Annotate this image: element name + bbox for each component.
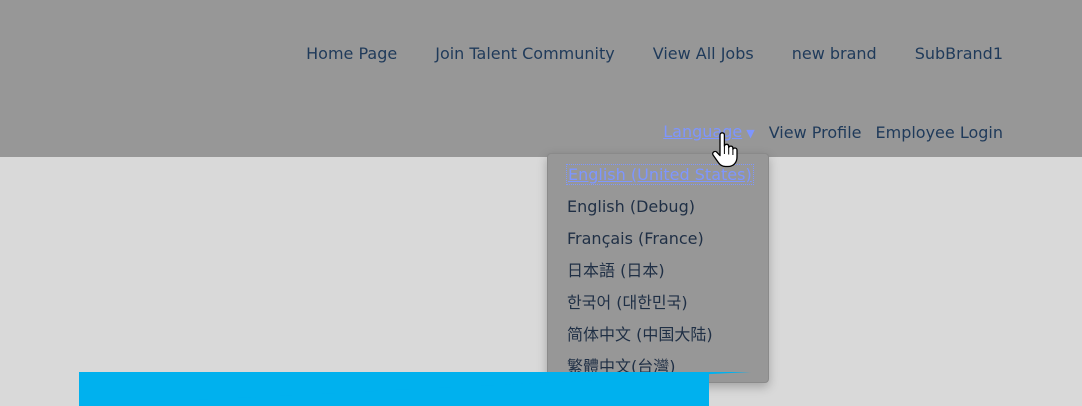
hero-banner-corner [79, 372, 751, 406]
language-option-ja-jp[interactable]: 日本語 (日本) [548, 255, 768, 287]
nav-subbrand1[interactable]: SubBrand1 [915, 43, 1003, 65]
nav-home-page[interactable]: Home Page [306, 43, 397, 65]
nav-new-brand[interactable]: new brand [792, 43, 877, 65]
language-option-zh-cn[interactable]: 简体中文 (中国大陆) [548, 319, 768, 351]
language-option-label: 简体中文 (中国大陆) [567, 325, 713, 344]
language-option-ko-kr[interactable]: 한국어 (대한민국) [548, 287, 768, 319]
view-profile-link[interactable]: View Profile [769, 122, 862, 144]
language-option-label: Français (France) [567, 229, 704, 248]
nav-view-all-jobs[interactable]: View All Jobs [653, 43, 754, 65]
nav-join-talent-community[interactable]: Join Talent Community [435, 43, 615, 65]
language-option-en-debug[interactable]: English (Debug) [548, 191, 768, 223]
language-dropdown-menu: English (United States) English (Debug) … [547, 153, 769, 383]
main-nav: Home Page Join Talent Community View All… [306, 43, 1003, 65]
language-option-fr-fr[interactable]: Français (France) [548, 223, 768, 255]
caret-down-icon: ▼ [746, 127, 755, 140]
language-option-label: 日本語 (日本) [567, 261, 665, 280]
hand-pointer-icon [712, 132, 738, 168]
site-header: Home Page Join Talent Community View All… [0, 0, 1082, 157]
language-toggle[interactable]: Language ▼ [663, 121, 754, 145]
language-option-label: 한국어 (대한민국) [567, 293, 688, 312]
employee-login-link[interactable]: Employee Login [876, 122, 1004, 144]
language-option-label: English (Debug) [567, 197, 695, 216]
